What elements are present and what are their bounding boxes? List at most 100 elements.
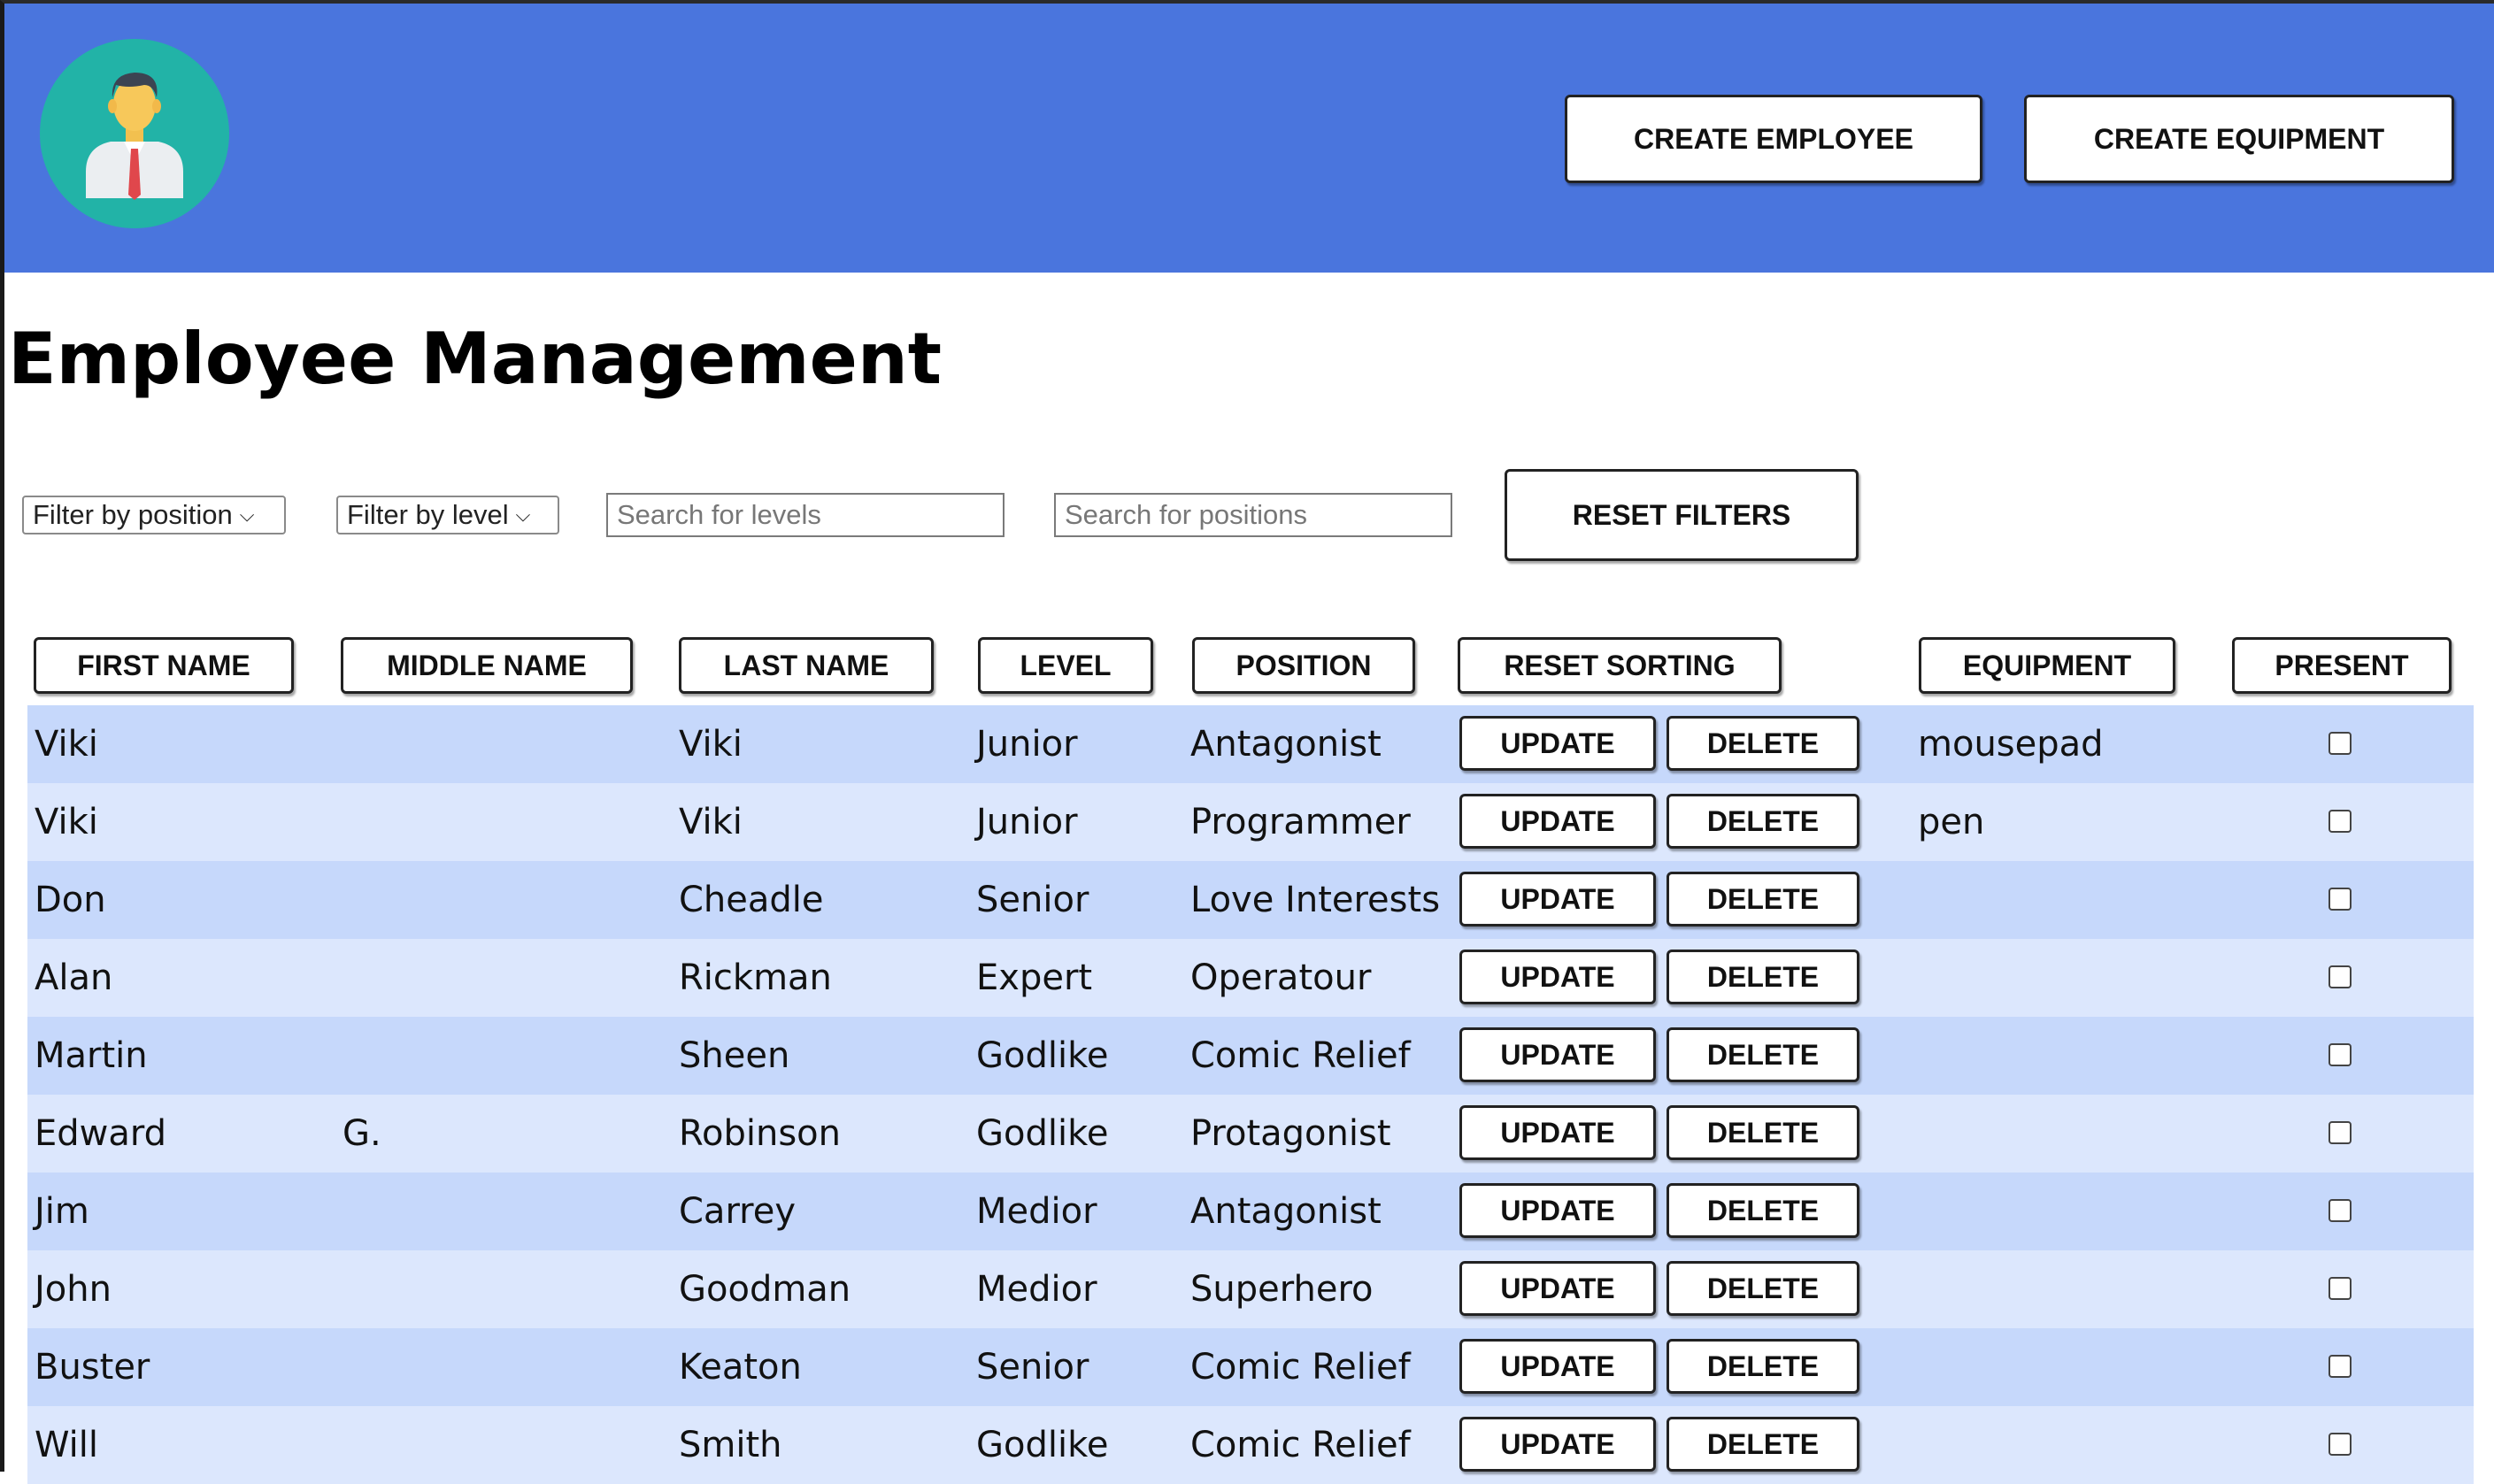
last-name-cell: Robinson bbox=[679, 1113, 841, 1154]
table-row: Alan Rickman Expert Operatour UPDATE DELETE bbox=[27, 939, 2474, 1017]
first-name-cell: Viki bbox=[35, 802, 98, 842]
update-button[interactable]: UPDATE bbox=[1459, 794, 1656, 849]
first-name-cell: John bbox=[35, 1269, 112, 1310]
delete-button[interactable]: DELETE bbox=[1667, 1105, 1859, 1160]
position-cell: Comic Relief bbox=[1190, 1035, 1411, 1076]
sort-middle-name-button[interactable]: MIDDLE NAME bbox=[341, 637, 633, 694]
first-name-cell: Viki bbox=[35, 724, 98, 765]
last-name-cell: Cheadle bbox=[679, 880, 824, 920]
level-cell: Godlike bbox=[976, 1425, 1109, 1465]
update-button[interactable]: UPDATE bbox=[1459, 1339, 1656, 1394]
update-button[interactable]: UPDATE bbox=[1459, 872, 1656, 927]
level-cell: Godlike bbox=[976, 1035, 1109, 1076]
delete-button[interactable]: DELETE bbox=[1667, 872, 1859, 927]
position-cell: Superhero bbox=[1190, 1269, 1374, 1310]
present-checkbox[interactable] bbox=[2329, 1121, 2352, 1144]
level-cell: Medior bbox=[976, 1191, 1097, 1232]
table-row: Don Cheadle Senior Love Interests UPDATE DELE… bbox=[27, 861, 2474, 939]
last-name-cell: Carrey bbox=[679, 1191, 797, 1232]
table-row: Martin Sheen Godlike Comic Relief UPDATE DELE… bbox=[27, 1017, 2474, 1095]
delete-button[interactable]: DELETE bbox=[1667, 716, 1859, 771]
present-checkbox[interactable] bbox=[2329, 1043, 2352, 1066]
reset-sorting-button[interactable]: RESET SORTING bbox=[1458, 637, 1782, 694]
reset-filters-button[interactable]: RESET FILTERS bbox=[1505, 469, 1859, 561]
sort-position-button[interactable]: POSITION bbox=[1192, 637, 1415, 694]
last-name-cell: Smith bbox=[679, 1425, 782, 1465]
present-checkbox[interactable] bbox=[2329, 1199, 2352, 1222]
position-cell: Operatour bbox=[1190, 957, 1372, 998]
position-cell: Programmer bbox=[1190, 802, 1411, 842]
update-button[interactable]: UPDATE bbox=[1459, 950, 1656, 1004]
delete-button[interactable]: DELETE bbox=[1667, 1183, 1859, 1238]
level-cell: Senior bbox=[976, 880, 1089, 920]
first-name-cell: Don bbox=[35, 880, 106, 920]
position-cell: Antagonist bbox=[1190, 724, 1382, 765]
position-search-input[interactable] bbox=[1054, 493, 1452, 537]
present-checkbox[interactable] bbox=[2329, 732, 2352, 755]
position-filter-select[interactable]: Filter by position ⌵ bbox=[22, 496, 286, 534]
table-row: Will Smith Godlike Comic Relief UPDATE DELETE bbox=[27, 1406, 2474, 1484]
position-cell: Comic Relief bbox=[1190, 1347, 1411, 1388]
sort-equipment-button[interactable]: EQUIPMENT bbox=[1919, 637, 2175, 694]
level-filter-select[interactable]: Filter by level ⌵ bbox=[336, 496, 559, 534]
delete-button[interactable]: DELETE bbox=[1667, 1261, 1859, 1316]
level-cell: Senior bbox=[976, 1347, 1089, 1388]
employee-table: Viki Viki Junior Antagonist mousepad UPDATE DE… bbox=[27, 705, 2474, 1484]
update-button[interactable]: UPDATE bbox=[1459, 1027, 1656, 1082]
first-name-cell: Alan bbox=[35, 957, 113, 998]
present-checkbox[interactable] bbox=[2329, 810, 2352, 833]
delete-button[interactable]: DELETE bbox=[1667, 1339, 1859, 1394]
table-row: Edward G. Robinson Godlike Protagonist UPDATE… bbox=[27, 1095, 2474, 1173]
first-name-cell: Martin bbox=[35, 1035, 148, 1076]
last-name-cell: Goodman bbox=[679, 1269, 851, 1310]
first-name-cell: Edward bbox=[35, 1113, 167, 1154]
create-employee-button[interactable]: CREATE EMPLOYEE bbox=[1565, 95, 1982, 183]
sort-last-name-button[interactable]: LAST NAME bbox=[679, 637, 934, 694]
chevron-down-icon: ⌵ bbox=[515, 504, 531, 526]
present-checkbox[interactable] bbox=[2329, 1277, 2352, 1300]
level-cell: Junior bbox=[976, 724, 1078, 765]
delete-button[interactable]: DELETE bbox=[1667, 950, 1859, 1004]
table-row: Jim Carrey Medior Antagonist UPDATE DELETE bbox=[27, 1173, 2474, 1250]
delete-button[interactable]: DELETE bbox=[1667, 1417, 1859, 1472]
table-row: Viki Viki Junior Antagonist mousepad UPDATE DE… bbox=[27, 705, 2474, 783]
middle-name-cell: G. bbox=[343, 1113, 381, 1154]
update-button[interactable]: UPDATE bbox=[1459, 716, 1656, 771]
delete-button[interactable]: DELETE bbox=[1667, 794, 1859, 849]
level-cell: Godlike bbox=[976, 1113, 1109, 1154]
table-row: Viki Viki Junior Programmer pen UPDATE DELETE bbox=[27, 783, 2474, 861]
level-search-input[interactable] bbox=[606, 493, 1005, 537]
last-name-cell: Rickman bbox=[679, 957, 832, 998]
position-cell: Antagonist bbox=[1190, 1191, 1382, 1232]
update-button[interactable]: UPDATE bbox=[1459, 1183, 1656, 1238]
last-name-cell: Sheen bbox=[679, 1035, 790, 1076]
equipment-cell: pen bbox=[1918, 802, 1985, 842]
page-title: Employee Management bbox=[8, 318, 943, 400]
sort-first-name-button[interactable]: FIRST NAME bbox=[34, 637, 294, 694]
level-cell: Expert bbox=[976, 957, 1093, 998]
table-row: John Goodman Medior Superhero UPDATE DELETE bbox=[27, 1250, 2474, 1328]
first-name-cell: Buster bbox=[35, 1347, 150, 1388]
level-filter-label: Filter by level bbox=[347, 499, 509, 530]
businessman-avatar-icon bbox=[40, 39, 229, 228]
update-button[interactable]: UPDATE bbox=[1459, 1417, 1656, 1472]
position-cell: Love Interests bbox=[1190, 880, 1441, 920]
first-name-cell: Jim bbox=[35, 1191, 89, 1232]
delete-button[interactable]: DELETE bbox=[1667, 1027, 1859, 1082]
sort-present-button[interactable]: PRESENT bbox=[2232, 637, 2452, 694]
chevron-down-icon: ⌵ bbox=[239, 504, 255, 526]
present-checkbox[interactable] bbox=[2329, 1433, 2352, 1456]
create-equipment-button[interactable]: CREATE EQUIPMENT bbox=[2024, 95, 2454, 183]
last-name-cell: Keaton bbox=[679, 1347, 802, 1388]
present-checkbox[interactable] bbox=[2329, 965, 2352, 988]
sort-level-button[interactable]: LEVEL bbox=[978, 637, 1153, 694]
last-name-cell: Viki bbox=[679, 724, 743, 765]
update-button[interactable]: UPDATE bbox=[1459, 1261, 1656, 1316]
level-cell: Junior bbox=[976, 802, 1078, 842]
present-checkbox[interactable] bbox=[2329, 888, 2352, 911]
update-button[interactable]: UPDATE bbox=[1459, 1105, 1656, 1160]
present-checkbox[interactable] bbox=[2329, 1355, 2352, 1378]
last-name-cell: Viki bbox=[679, 802, 743, 842]
position-cell: Protagonist bbox=[1190, 1113, 1391, 1154]
equipment-cell: mousepad bbox=[1918, 724, 2104, 765]
